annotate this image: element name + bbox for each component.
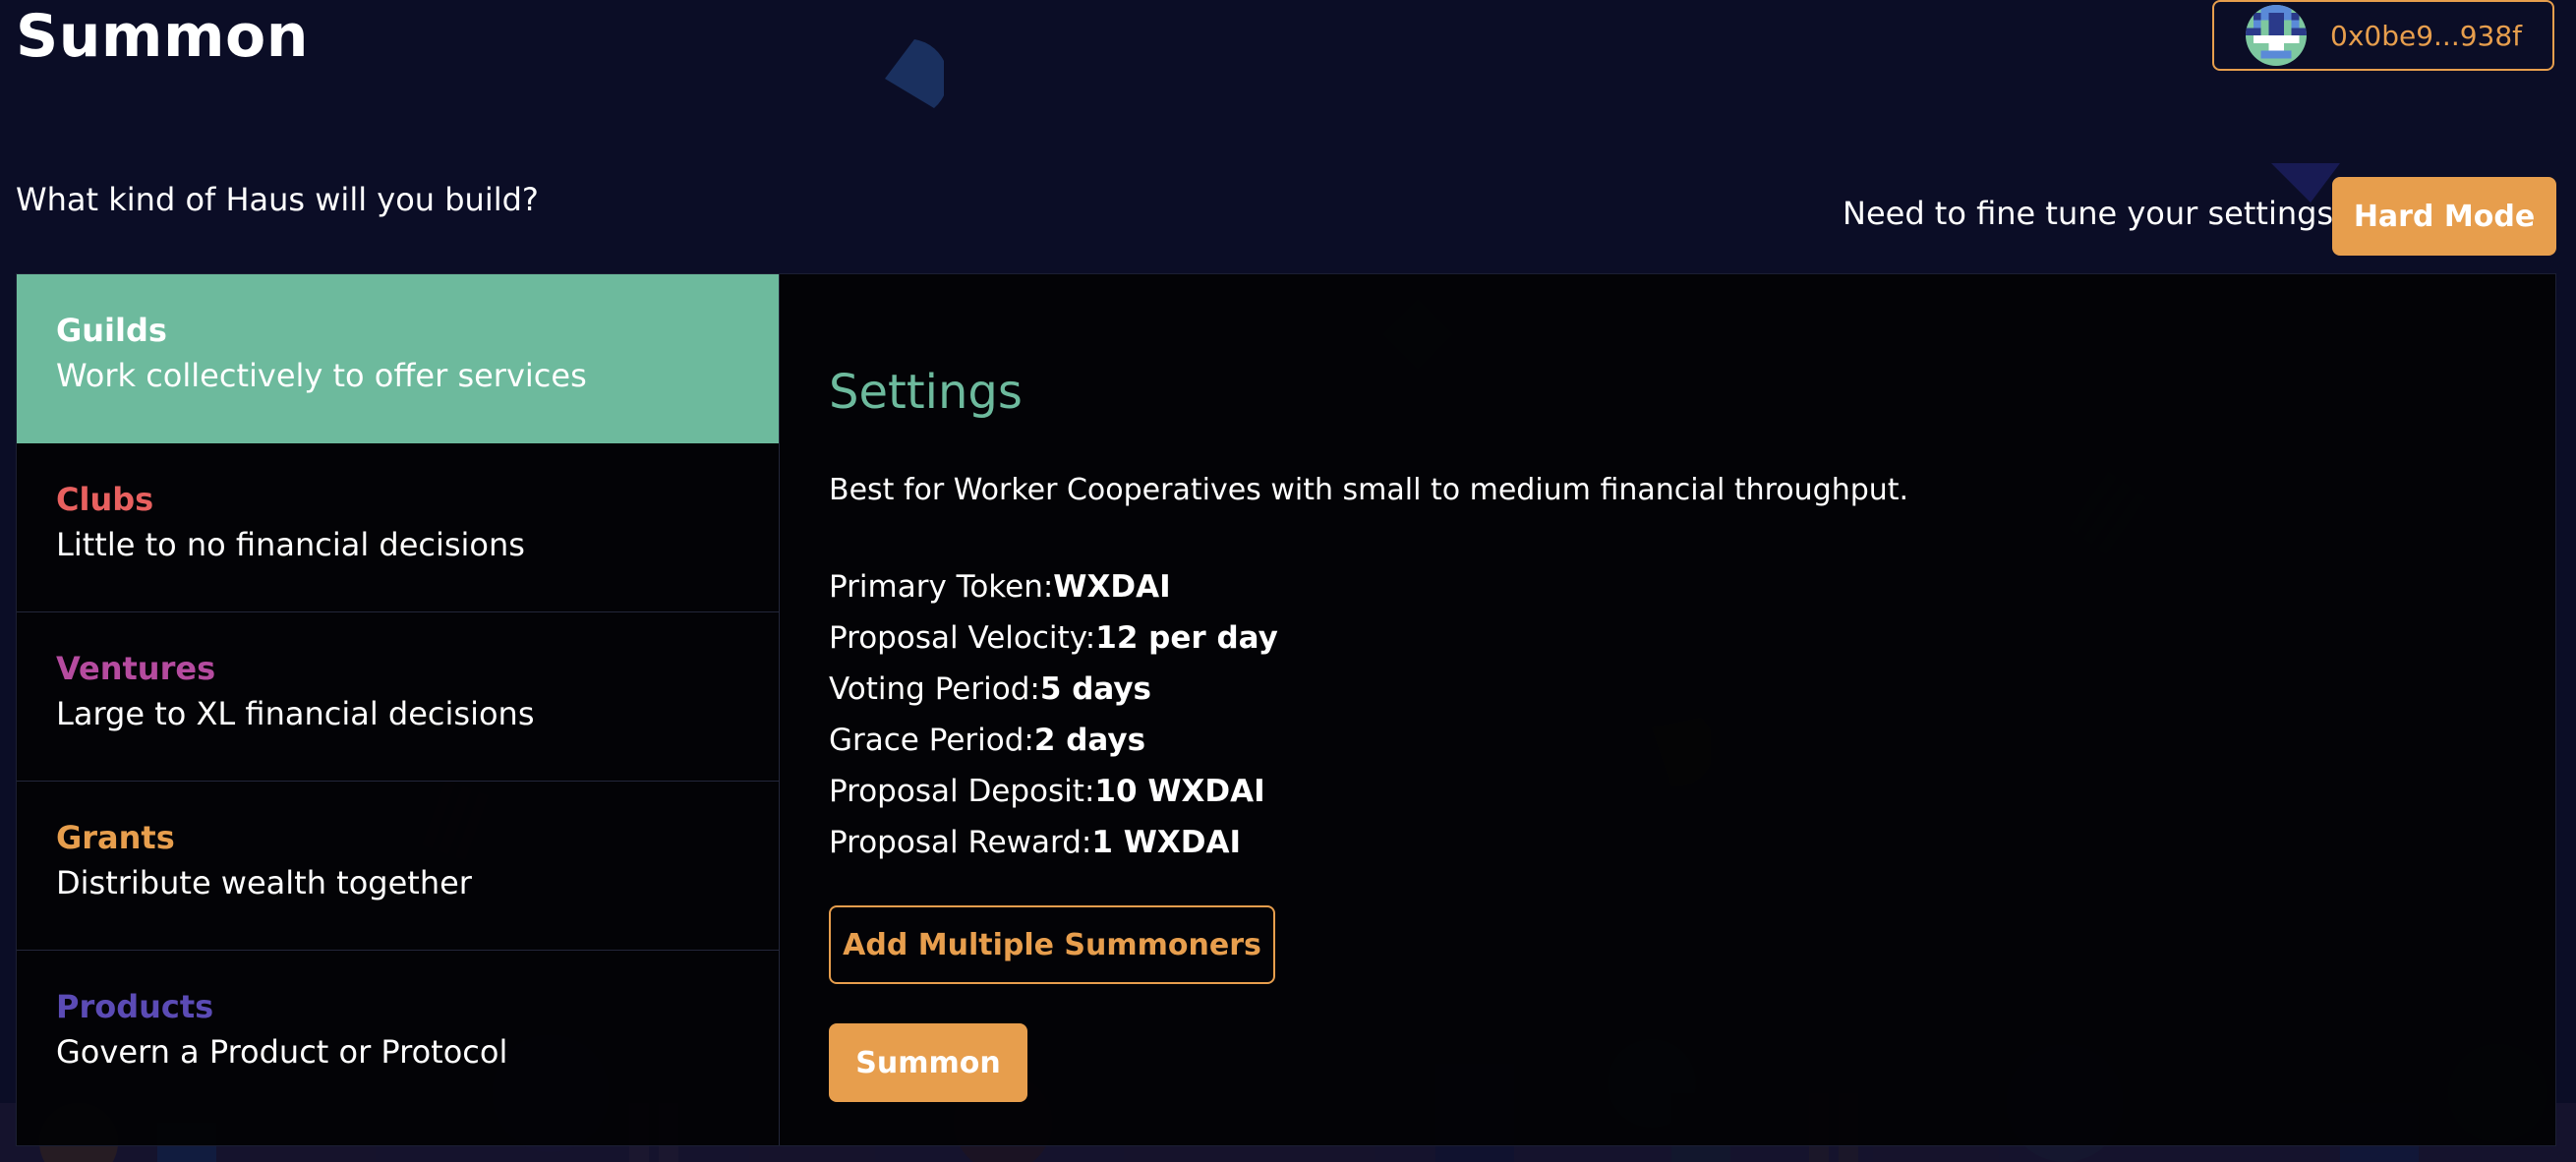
dao-type-guilds[interactable]: Guilds Work collectively to offer servic… <box>17 274 779 443</box>
setting-label: Voting Period: <box>829 671 1040 707</box>
settings-list: Primary Token:WXDAI Proposal Velocity:12… <box>829 561 1278 868</box>
dao-type-description: Little to no financial decisions <box>56 526 525 563</box>
dao-type-name: Ventures <box>56 650 216 687</box>
dao-type-ventures[interactable]: Ventures Large to XL financial decisions <box>17 612 779 782</box>
dao-type-name: Clubs <box>56 481 154 518</box>
dao-type-name: Grants <box>56 819 175 856</box>
setting-label: Primary Token: <box>829 569 1054 605</box>
summon-button[interactable]: Summon <box>829 1023 1027 1102</box>
page-title: Summon <box>16 2 309 71</box>
dao-type-name: Guilds <box>56 312 167 349</box>
summon-page: Summon 0x0be9...938f What kind of Haus w… <box>0 0 2576 1162</box>
background-shape-icon <box>885 39 944 108</box>
setting-proposal-reward: Proposal Reward:1 WXDAI <box>829 817 1278 868</box>
dao-type-grants[interactable]: Grants Distribute wealth together <box>17 782 779 951</box>
setting-voting-period: Voting Period:5 days <box>829 664 1278 715</box>
setting-value: WXDAI <box>1053 569 1171 605</box>
settings-title: Settings <box>829 365 1023 420</box>
dao-type-name: Products <box>56 988 214 1025</box>
setting-label: Proposal Reward: <box>829 825 1092 860</box>
setting-value: 12 per day <box>1095 620 1278 656</box>
summon-panel: Guilds Work collectively to offer servic… <box>16 273 2556 1146</box>
setting-label: Proposal Deposit: <box>829 774 1095 809</box>
setting-label: Proposal Velocity: <box>829 620 1096 656</box>
setting-value: 10 WXDAI <box>1094 774 1265 809</box>
wallet-button[interactable]: 0x0be9...938f <box>2212 0 2554 71</box>
setting-value: 2 days <box>1033 723 1146 758</box>
dao-type-clubs[interactable]: Clubs Little to no financial decisions <box>17 443 779 612</box>
dao-type-description: Large to XL financial decisions <box>56 695 535 732</box>
dao-type-description: Distribute wealth together <box>56 864 472 901</box>
fine-tune-prompt: Need to fine tune your settings? <box>1843 195 2351 232</box>
dao-type-description: Work collectively to offer services <box>56 357 587 394</box>
dao-type-description: Govern a Product or Protocol <box>56 1033 508 1071</box>
add-multiple-summoners-button[interactable]: Add Multiple Summoners <box>829 905 1275 984</box>
dao-type-list: Guilds Work collectively to offer servic… <box>17 274 780 1145</box>
setting-value: 1 WXDAI <box>1091 825 1242 860</box>
setting-proposal-velocity: Proposal Velocity:12 per day <box>829 612 1278 664</box>
page-subtitle: What kind of Haus will you build? <box>16 181 539 218</box>
setting-grace-period: Grace Period:2 days <box>829 715 1278 766</box>
setting-proposal-deposit: Proposal Deposit:10 WXDAI <box>829 766 1278 817</box>
setting-value: 5 days <box>1039 671 1152 707</box>
setting-label: Grace Period: <box>829 723 1034 758</box>
wallet-address: 0x0be9...938f <box>2330 19 2523 52</box>
pixel-avatar-icon <box>2246 5 2307 66</box>
settings-description: Best for Worker Cooperatives with small … <box>829 473 1909 507</box>
setting-primary-token: Primary Token:WXDAI <box>829 561 1278 612</box>
hard-mode-button[interactable]: Hard Mode <box>2332 177 2556 256</box>
settings-section: Settings Best for Worker Cooperatives wi… <box>780 274 2555 1145</box>
dao-type-products[interactable]: Products Govern a Product or Protocol <box>17 951 779 1120</box>
